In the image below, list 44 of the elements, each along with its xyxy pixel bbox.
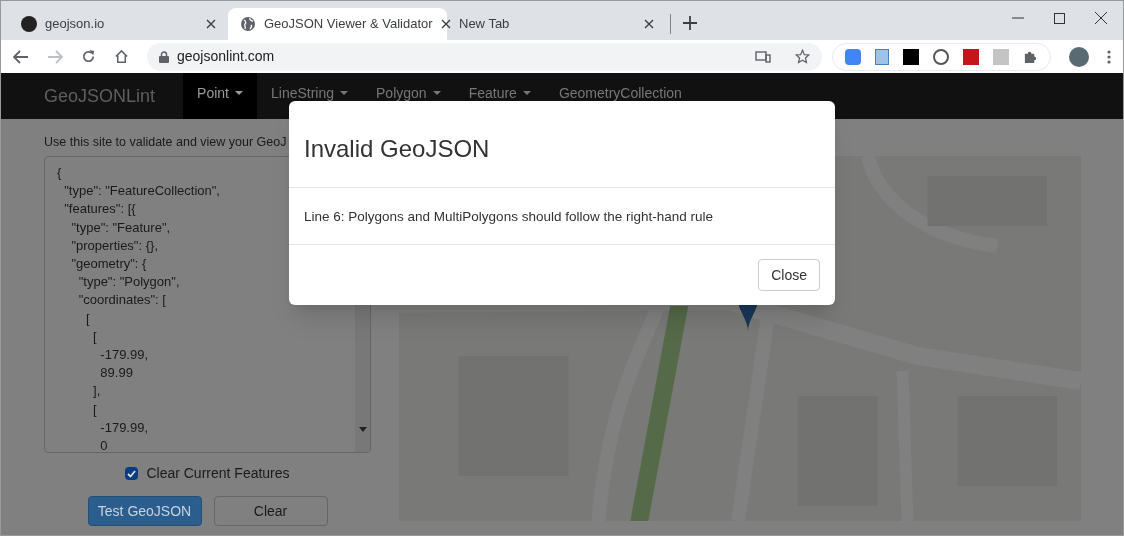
caret-icon <box>522 91 531 95</box>
home-icon[interactable] <box>114 49 129 64</box>
nav-item[interactable]: LineString <box>257 73 363 119</box>
clear-button[interactable]: Clear <box>213 496 328 526</box>
tab-title: New Tab <box>459 15 511 34</box>
address-bar[interactable]: geojsonlint.com <box>147 42 822 71</box>
tab-title: GeoJSON Viewer & Validator <box>264 15 433 34</box>
nav-item[interactable]: Feature <box>454 73 545 119</box>
new-tab-icon[interactable] <box>683 16 697 30</box>
intro-text: Use this site to validate and view your GeoJ <box>44 135 287 149</box>
test-button[interactable]: Test GeoJSON <box>87 496 202 526</box>
close-icon[interactable] <box>440 19 451 29</box>
reload-icon[interactable] <box>81 49 96 64</box>
back-icon[interactable] <box>13 49 29 64</box>
tab-title: geojson.io <box>45 15 106 34</box>
logo-icon <box>21 16 37 32</box>
puzzle-icon[interactable] <box>1023 49 1038 64</box>
browser-tab[interactable]: New Tab <box>447 8 666 40</box>
brand-logo[interactable]: GeoJSONLint <box>44 82 156 110</box>
clear-features-checkbox[interactable]: Clear Current Features <box>125 463 290 484</box>
nav-item[interactable]: Polygon <box>362 73 455 119</box>
check-icon <box>127 469 137 478</box>
caret-icon <box>340 91 349 95</box>
nav-item[interactable]: Point <box>183 73 257 119</box>
menu-icon[interactable] <box>1107 49 1111 64</box>
close-icon[interactable] <box>206 19 216 29</box>
lock-icon <box>159 50 169 63</box>
maximize-icon[interactable] <box>1054 12 1065 24</box>
close-icon[interactable] <box>1095 12 1107 24</box>
document-icon[interactable] <box>875 48 889 65</box>
checkbox-box[interactable] <box>125 467 139 480</box>
url-text: geojsonlint.com <box>177 47 275 66</box>
browser-tab[interactable]: geojson.io <box>9 8 228 40</box>
avatar-icon[interactable] <box>1069 46 1089 67</box>
caret-icon <box>235 91 243 95</box>
star-icon[interactable] <box>795 49 810 64</box>
code-text: { "type": "FeatureCollection", "features": [{ "type": "Feature", "properties": {}, "geometry": { "type": "Polygon", "coordinates": [ [ [ -179.99, 89.99 ], [ -179.99, 0 <box>57 164 220 452</box>
caret-icon <box>432 91 441 95</box>
scroll-down-icon[interactable] <box>358 427 367 432</box>
globe-icon <box>240 16 256 32</box>
square-icon[interactable] <box>903 48 919 65</box>
close-icon[interactable] <box>644 19 654 29</box>
close-button[interactable]: Close <box>758 259 820 291</box>
cast-icon[interactable] <box>755 50 771 63</box>
